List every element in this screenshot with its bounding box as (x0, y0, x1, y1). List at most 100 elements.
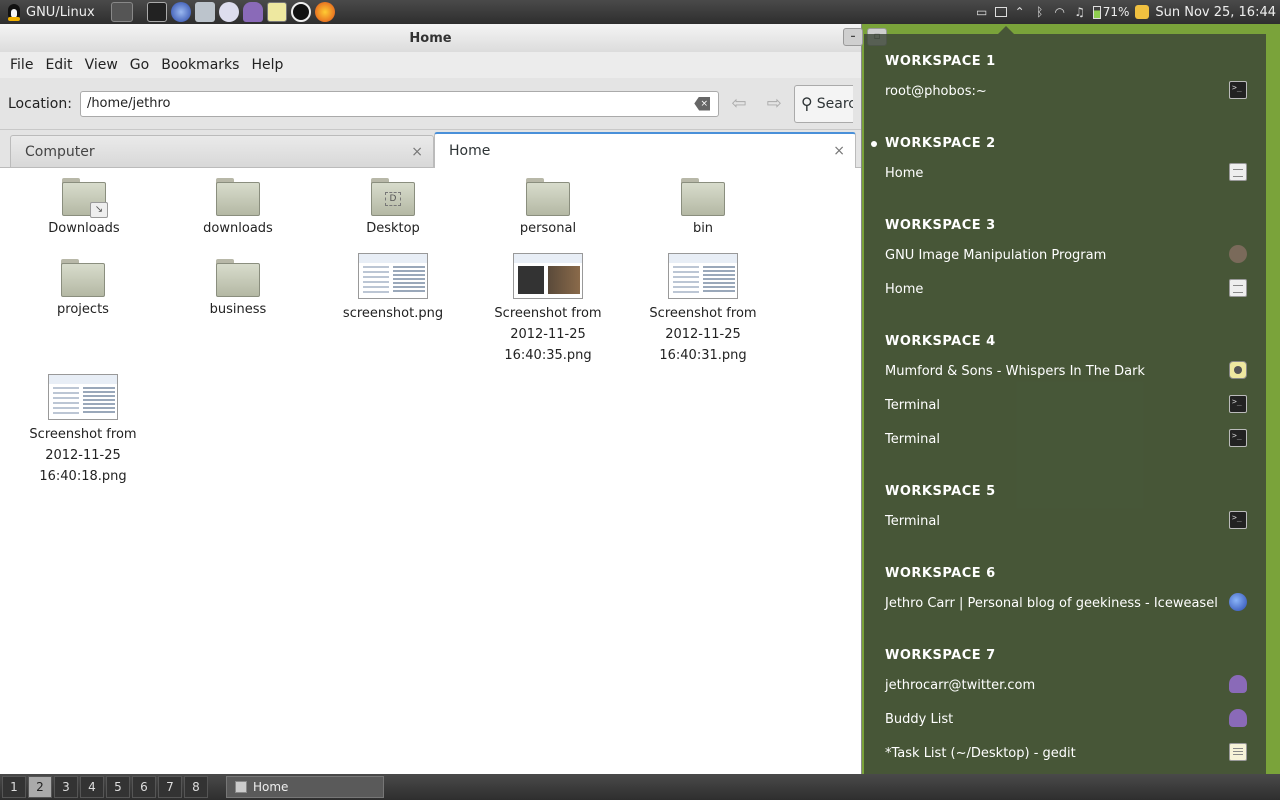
folder-icon (216, 259, 260, 297)
menu-bookmarks[interactable]: Bookmarks (155, 57, 245, 73)
workspace-window-entry[interactable]: Terminal (885, 395, 1247, 413)
workspace-window-entry[interactable]: Terminal (885, 429, 1247, 447)
workspace-window-entry[interactable]: Mumford & Sons - Whispers In The Dark (885, 361, 1247, 379)
workspace-window-entry[interactable]: jethrocarr@twitter.com (885, 675, 1247, 693)
file-label: business (209, 302, 267, 317)
workspace-window-entry[interactable]: Buddy List (885, 709, 1247, 727)
close-icon[interactable]: × (411, 144, 423, 160)
terminal-icon (1229, 511, 1247, 529)
file-item-bin[interactable]: bin (638, 178, 768, 239)
workspace-switcher-icon[interactable] (994, 7, 1007, 17)
file-item-downloads[interactable]: downloads (173, 178, 303, 239)
workspace-button-8[interactable]: 8 (184, 776, 208, 798)
back-icon[interactable]: ⇦ (723, 91, 754, 117)
menu-edit[interactable]: Edit (39, 57, 78, 73)
file-item-screenshot-164035[interactable]: Screenshot from 2012-11-25 16:40:35.png (483, 253, 613, 366)
file-item-projects[interactable]: projects (18, 259, 148, 320)
files-launcher-icon[interactable] (110, 2, 133, 22)
search-button-label: Search (816, 95, 853, 112)
current-workspace-dot-icon (871, 141, 877, 147)
location-input[interactable]: /home/jethro × (79, 90, 720, 117)
menu-help[interactable]: Help (245, 57, 289, 73)
workspace-heading[interactable]: WORKSPACE 2 (871, 136, 996, 151)
menu-file[interactable]: File (4, 57, 39, 73)
pidgin-launcher-icon[interactable] (242, 2, 263, 22)
workspace-button-4[interactable]: 4 (80, 776, 104, 798)
workspace-heading[interactable]: WORKSPACE 5 (885, 484, 996, 499)
battery-icon (1092, 5, 1101, 19)
workspace-button-7[interactable]: 7 (158, 776, 182, 798)
chevron-up-icon[interactable]: ⌃ (1013, 5, 1027, 19)
workspace-button-2[interactable]: 2 (28, 776, 52, 798)
workspace-window-entry[interactable]: GNU Image Manipulation Program (885, 245, 1247, 263)
file-manager-window: Home – ▫ File Edit View Go Bookmarks Hel… (0, 24, 887, 774)
desktop-folder-icon: D (371, 178, 415, 216)
forward-icon[interactable]: ⇨ (759, 91, 790, 117)
file-item-screenshot-164018[interactable]: Screenshot from 2012-11-25 16:40:18.png (18, 374, 148, 487)
file-item-screenshot-png[interactable]: screenshot.png (328, 253, 458, 324)
workspace-heading[interactable]: WORKSPACE 1 (885, 54, 996, 69)
applications-menu[interactable]: GNU/Linux (0, 0, 101, 24)
workspace-heading[interactable]: WORKSPACE 7 (885, 648, 996, 663)
volume-icon[interactable]: ♫ (1073, 5, 1087, 19)
minimize-button[interactable]: – (843, 28, 863, 46)
menu-view[interactable]: View (79, 57, 124, 73)
close-icon[interactable]: × (833, 143, 845, 159)
workspace-window-entry[interactable]: Home (885, 163, 1247, 181)
file-label: downloads (203, 221, 273, 236)
terminal-icon (1229, 429, 1247, 447)
firefox-launcher-icon[interactable] (314, 2, 335, 22)
menubar: File Edit View Go Bookmarks Help (0, 52, 861, 78)
file-label: Screenshot from 2012-11-25 16:40:18.png (29, 427, 137, 484)
show-desktop-icon[interactable]: ▭ (975, 5, 989, 19)
wifi-icon[interactable]: ◠ (1053, 5, 1067, 19)
location-input-value: /home/jethro (86, 96, 171, 111)
system-tray: ▭ ⌃ ᛒ ◠ ♫ 71% Sun Nov 25, 16:44 (975, 5, 1280, 20)
menu-go[interactable]: Go (124, 57, 155, 73)
workspace-heading[interactable]: WORKSPACE 4 (885, 334, 996, 349)
tab-home[interactable]: Home × (434, 132, 856, 168)
search-button[interactable]: ⚲ Search (794, 84, 853, 123)
battery-indicator[interactable]: 71% (1092, 5, 1129, 19)
file-item-desktop[interactable]: D Desktop (328, 178, 458, 239)
terminal-launcher-icon[interactable] (146, 2, 167, 22)
window-entry-title: Terminal (885, 398, 940, 413)
workspace-window-entry[interactable]: root@phobos:~ (885, 81, 1247, 99)
workspace-window-entry[interactable]: *Task List (~/Desktop) - gedit (885, 743, 1247, 761)
file-item-downloads-link[interactable]: ↘ Downloads (19, 178, 149, 239)
launcher-bar (109, 2, 337, 22)
workspace-button-5[interactable]: 5 (106, 776, 130, 798)
rabbit-launcher-icon[interactable] (290, 2, 311, 22)
gedit-icon (1229, 743, 1247, 761)
workspace-window-entry[interactable]: Home (885, 279, 1247, 297)
clock[interactable]: Sun Nov 25, 16:44 (1155, 5, 1276, 20)
bluetooth-icon[interactable]: ᛒ (1033, 5, 1047, 19)
taskbar-button-home[interactable]: Home (226, 776, 384, 798)
pidgin-icon (1229, 675, 1247, 693)
file-label: personal (519, 221, 577, 236)
tab-computer[interactable]: Computer × (10, 135, 434, 167)
image-thumbnail (513, 253, 583, 299)
user-icon[interactable] (1135, 5, 1150, 19)
file-item-business[interactable]: business (173, 259, 303, 320)
workspace-window-entry[interactable]: Jethro Carr | Personal blog of geekiness… (885, 593, 1247, 611)
clear-icon[interactable]: × (694, 96, 711, 111)
icon-view[interactable]: ↘ Downloads downloads D Desktop personal… (0, 168, 861, 758)
workspace-button-1[interactable]: 1 (2, 776, 26, 798)
file-label: Screenshot from 2012-11-25 16:40:35.png (494, 306, 602, 363)
workspace-heading[interactable]: WORKSPACE 6 (885, 566, 996, 581)
top-panel: GNU/Linux ▭ ⌃ ᛒ ◠ ♫ 71% Sun Nov 25, 16:4… (0, 0, 1280, 24)
mail-launcher-icon[interactable] (218, 2, 239, 22)
browser-launcher-icon[interactable] (170, 2, 191, 22)
network-launcher-icon[interactable] (194, 2, 215, 22)
workspace-button-6[interactable]: 6 (132, 776, 156, 798)
window-entry-title: Mumford & Sons - Whispers In The Dark (885, 364, 1145, 379)
workspace-window-entry[interactable]: Terminal (885, 511, 1247, 529)
file-item-screenshot-164031[interactable]: Screenshot from 2012-11-25 16:40:31.png (638, 253, 768, 366)
window-titlebar[interactable]: Home – ▫ (0, 24, 887, 52)
workspace-button-3[interactable]: 3 (54, 776, 78, 798)
workspace-heading[interactable]: WORKSPACE 3 (885, 218, 996, 233)
media-launcher-icon[interactable] (266, 2, 287, 22)
image-thumbnail (668, 253, 738, 299)
file-item-personal[interactable]: personal (483, 178, 613, 239)
